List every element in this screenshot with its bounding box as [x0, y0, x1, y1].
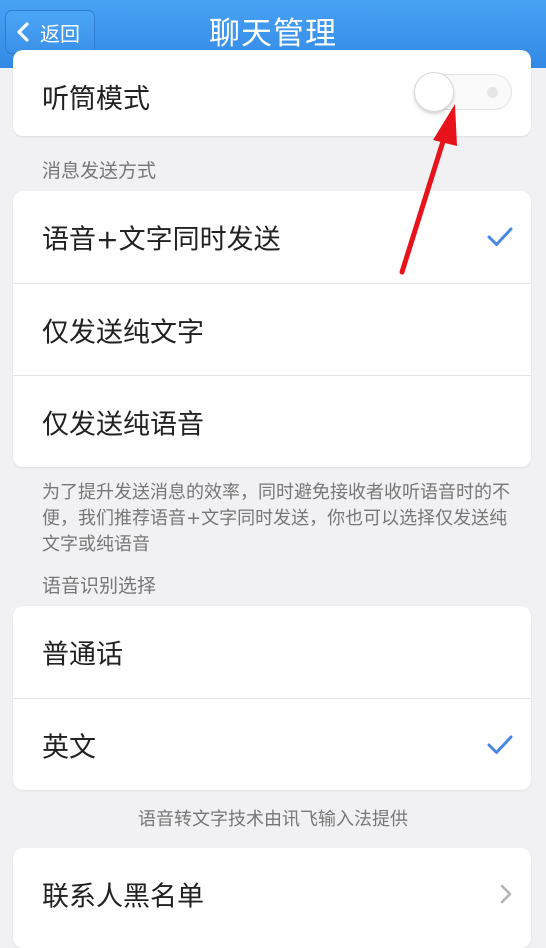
option-label: 仅发送纯文字: [42, 317, 204, 348]
send-mode-card: 语音+文字同时发送 仅发送纯文字 仅发送纯语音: [13, 191, 531, 467]
earpiece-mode-toggle[interactable]: [414, 72, 512, 112]
option-label: 仅发送纯语音: [42, 409, 204, 440]
option-label: 语音+文字同时发送: [42, 224, 281, 256]
recognition-option-mandarin[interactable]: 普通话: [13, 606, 531, 698]
option-label: 普通话: [42, 639, 123, 671]
toggle-off-dot: [487, 87, 498, 98]
send-mode-note: 为了提升发送消息的效率，同时避免接收者收听语音时的不便，我们推荐语音+文字同时发…: [42, 482, 510, 555]
checkmark-icon: [487, 735, 513, 754]
send-mode-section-label: 消息发送方式: [42, 160, 157, 182]
send-mode-option-voice-and-text[interactable]: 语音+文字同时发送: [13, 191, 531, 283]
recognition-section-label: 语音识别选择: [42, 575, 157, 597]
recognition-provider-note: 语音转文字技术由讯飞输入法提供: [138, 809, 408, 830]
blacklist-card: 联系人黑名单: [13, 848, 531, 948]
send-mode-option-text-only[interactable]: 仅发送纯文字: [13, 283, 531, 375]
earpiece-mode-row: 听筒模式: [13, 50, 531, 136]
checkmark-icon: [487, 227, 513, 246]
earpiece-mode-card: 听筒模式: [13, 50, 531, 136]
recognition-option-english[interactable]: 英文: [13, 698, 531, 790]
recognition-card: 普通话 英文: [13, 606, 531, 790]
toggle-knob: [414, 72, 454, 112]
chevron-right-icon: [500, 884, 512, 904]
earpiece-mode-label: 听筒模式: [42, 84, 150, 115]
contact-blacklist-row[interactable]: 联系人黑名单: [13, 848, 531, 940]
send-mode-option-voice-only[interactable]: 仅发送纯语音: [13, 375, 531, 467]
red-annotation-arrow: [399, 104, 457, 275]
contact-blacklist-label: 联系人黑名单: [42, 881, 204, 913]
option-label: 英文: [42, 732, 96, 763]
